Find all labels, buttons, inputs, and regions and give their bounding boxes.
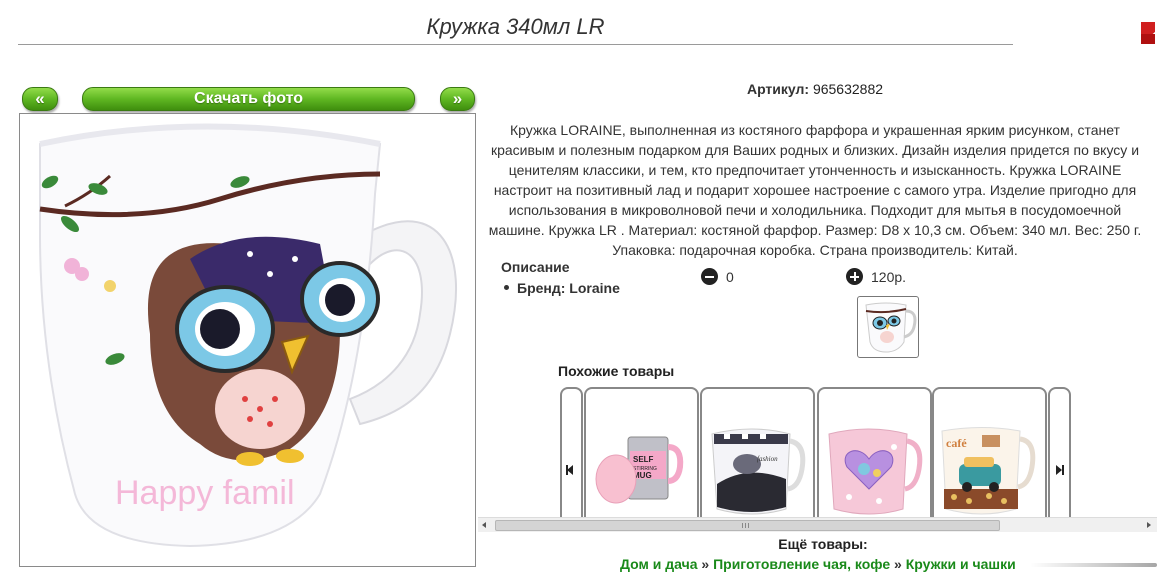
svg-text:fashion: fashion (757, 455, 778, 463)
svg-text:café: café (946, 436, 967, 450)
crumb-separator: » (890, 556, 906, 572)
similar-item-heart-print-mug[interactable] (817, 387, 932, 518)
crumb-home-garden[interactable]: Дом и дача (620, 556, 698, 572)
title-divider (18, 44, 1013, 45)
brand-item: Бренд: Loraine (504, 280, 620, 296)
crumb-mugs-cups[interactable]: Кружки и чашки (906, 556, 1016, 572)
product-thumbnail[interactable] (857, 296, 919, 358)
download-photo-button[interactable]: Скачать фото (82, 87, 415, 111)
crumb-tea-coffee[interactable]: Приготовление чая, кофе (713, 556, 890, 572)
scrollbar-thumb[interactable] (495, 520, 1000, 531)
plus-circle-icon[interactable] (846, 268, 863, 285)
carousel-prev-button[interactable] (560, 387, 583, 518)
page-title: Кружка 340мл LR (426, 14, 605, 39)
similar-item-self-stirring-mug[interactable]: SELF STIRRING MUG (584, 387, 699, 518)
sku-value: 965632882 (812, 81, 884, 97)
minus-value: 0 (726, 268, 734, 285)
minus-control: 0 (701, 268, 734, 285)
description-heading: Описание (501, 259, 570, 275)
svg-text:SELF: SELF (633, 455, 654, 464)
more-products-label: Ещё товары: (778, 536, 868, 552)
bullet-icon (504, 284, 509, 290)
sku-label: Артикул: (746, 81, 810, 97)
decorative-shadow (1030, 563, 1157, 567)
scroll-right-icon[interactable] (1147, 522, 1151, 528)
similar-products-heading: Похожие товары (558, 363, 675, 379)
mug-print-text: Happy famil (115, 474, 295, 512)
product-photo[interactable]: Happy famil (19, 113, 476, 567)
category-breadcrumb: Дом и дача » Приготовление чая, кофе » К… (620, 556, 1016, 572)
product-description: Кружка LORAINE, выполненная из костяного… (488, 122, 1142, 258)
similar-item-retro-car-mug[interactable]: café (932, 387, 1047, 518)
prev-photo-button[interactable]: « (22, 87, 58, 111)
scroll-left-icon[interactable] (482, 522, 486, 528)
plus-control: 120р. (846, 268, 906, 285)
red-arrow-icon[interactable] (1141, 20, 1157, 46)
carousel-scrollbar[interactable] (478, 517, 1157, 532)
similar-item-car-print-mug[interactable]: fashion (700, 387, 815, 518)
next-photo-button[interactable]: » (440, 87, 475, 111)
minus-circle-icon[interactable] (701, 268, 718, 285)
similar-products-carousel: SELF STIRRING MUG fashion café (478, 385, 1157, 518)
crumb-separator: » (697, 556, 714, 572)
brand-label: Бренд: Loraine (517, 280, 620, 296)
skip-forward-icon (1062, 465, 1064, 475)
price-value: 120р. (871, 268, 907, 285)
carousel-next-button[interactable] (1048, 387, 1071, 518)
sku-row: Артикул: 965632882 (640, 81, 990, 97)
